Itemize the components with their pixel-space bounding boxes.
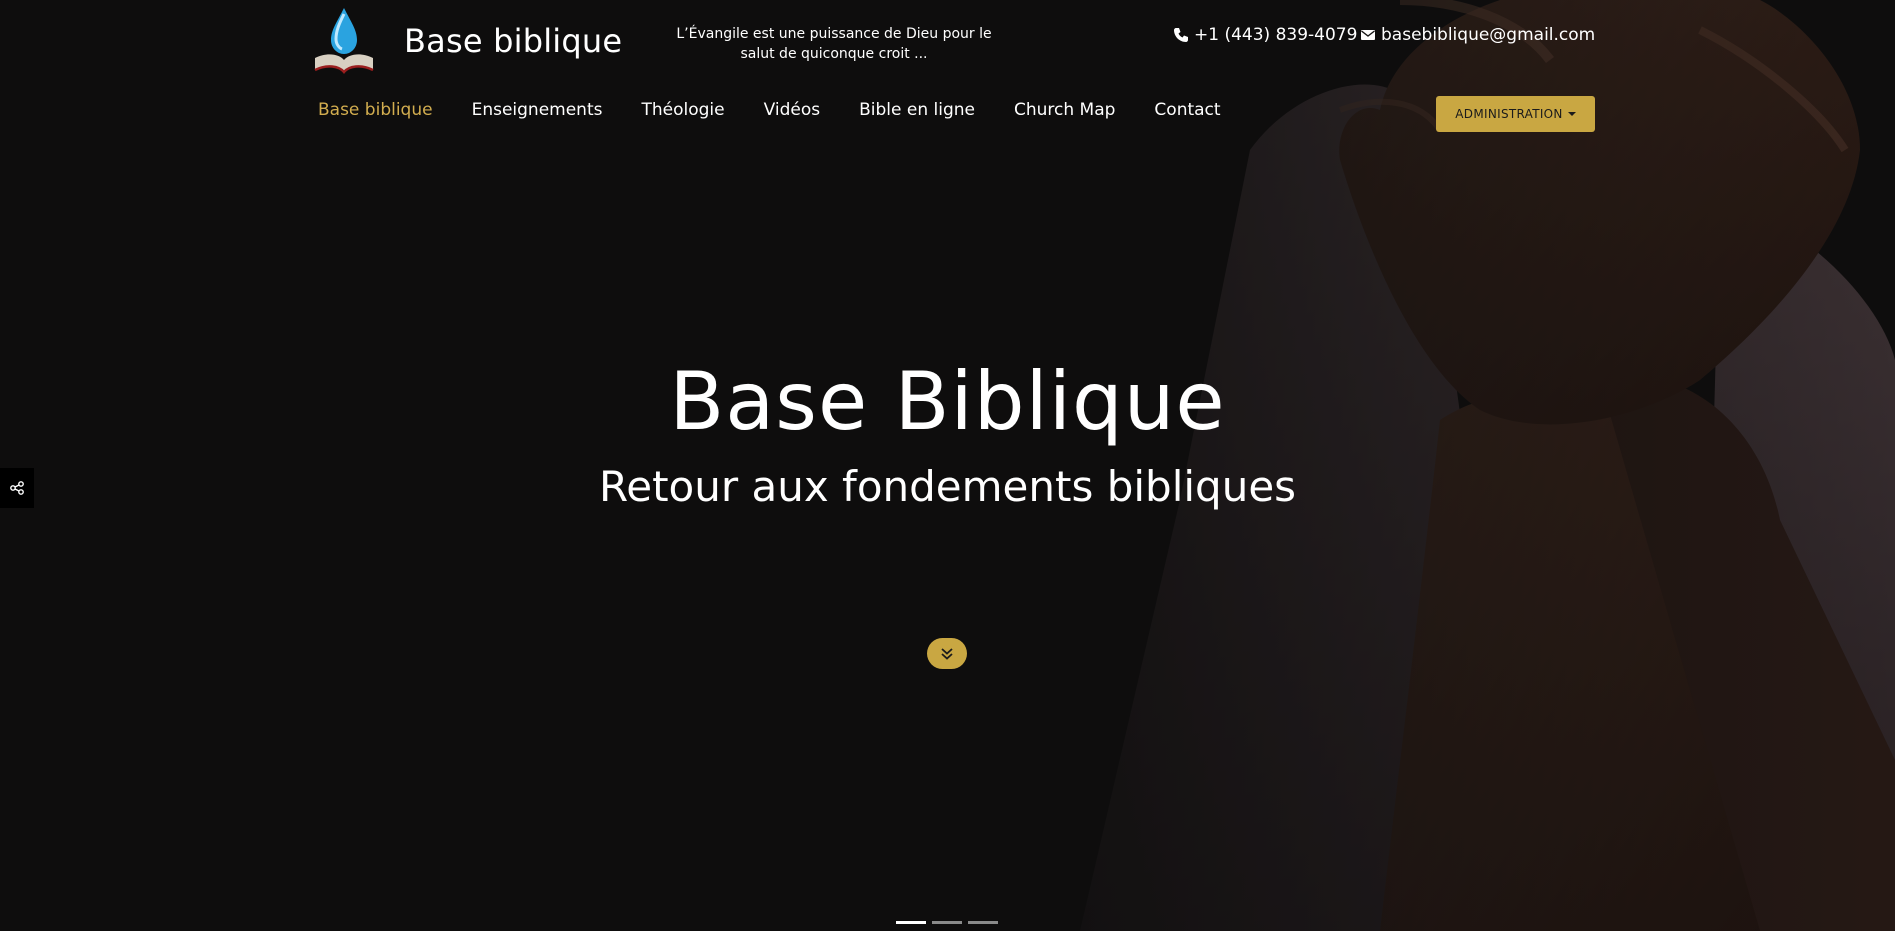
carousel-indicator-1[interactable] — [896, 921, 926, 924]
scroll-down-button[interactable] — [927, 638, 967, 669]
nav-item-contact[interactable]: Contact — [1154, 100, 1220, 120]
carousel-indicator-3[interactable] — [968, 921, 998, 924]
carousel-indicators — [896, 921, 998, 924]
site-tagline: L’Évangile est une puissance de Dieu pou… — [676, 26, 992, 62]
contact-phone[interactable]: +1 (443) 839-4079 — [1173, 25, 1357, 45]
carousel-indicator-2[interactable] — [932, 921, 962, 924]
water-drop-bible-logo[interactable] — [309, 6, 379, 76]
nav-item-videos[interactable]: Vidéos — [764, 100, 821, 120]
phone-number[interactable]: +1 (443) 839-4079 — [1194, 25, 1357, 45]
site-brand-name[interactable]: Base biblique — [404, 22, 622, 60]
administration-label: ADMINISTRATION — [1455, 107, 1563, 121]
nav-item-enseignements[interactable]: Enseignements — [472, 100, 603, 120]
hero-subtitle: Retour aux fondements bibliques — [598, 462, 1297, 511]
administration-dropdown-button[interactable]: ADMINISTRATION — [1436, 96, 1595, 132]
email-address[interactable]: basebiblique@gmail.com — [1381, 25, 1595, 45]
nav-item-base-biblique[interactable]: Base biblique — [318, 100, 433, 120]
double-chevron-down-icon — [941, 647, 953, 660]
phone-icon — [1174, 28, 1188, 42]
contact-email[interactable]: basebiblique@gmail.com — [1360, 25, 1595, 45]
nav-item-bible-en-ligne[interactable]: Bible en ligne — [859, 100, 975, 120]
envelope-icon — [1361, 30, 1375, 40]
caret-down-icon — [1567, 112, 1576, 116]
main-navigation: Base biblique Enseignements Théologie Vi… — [318, 100, 1260, 120]
nav-item-church-map[interactable]: Church Map — [1014, 100, 1115, 120]
hero-title: Base Biblique — [669, 355, 1226, 448]
nav-item-theologie[interactable]: Théologie — [641, 100, 724, 120]
